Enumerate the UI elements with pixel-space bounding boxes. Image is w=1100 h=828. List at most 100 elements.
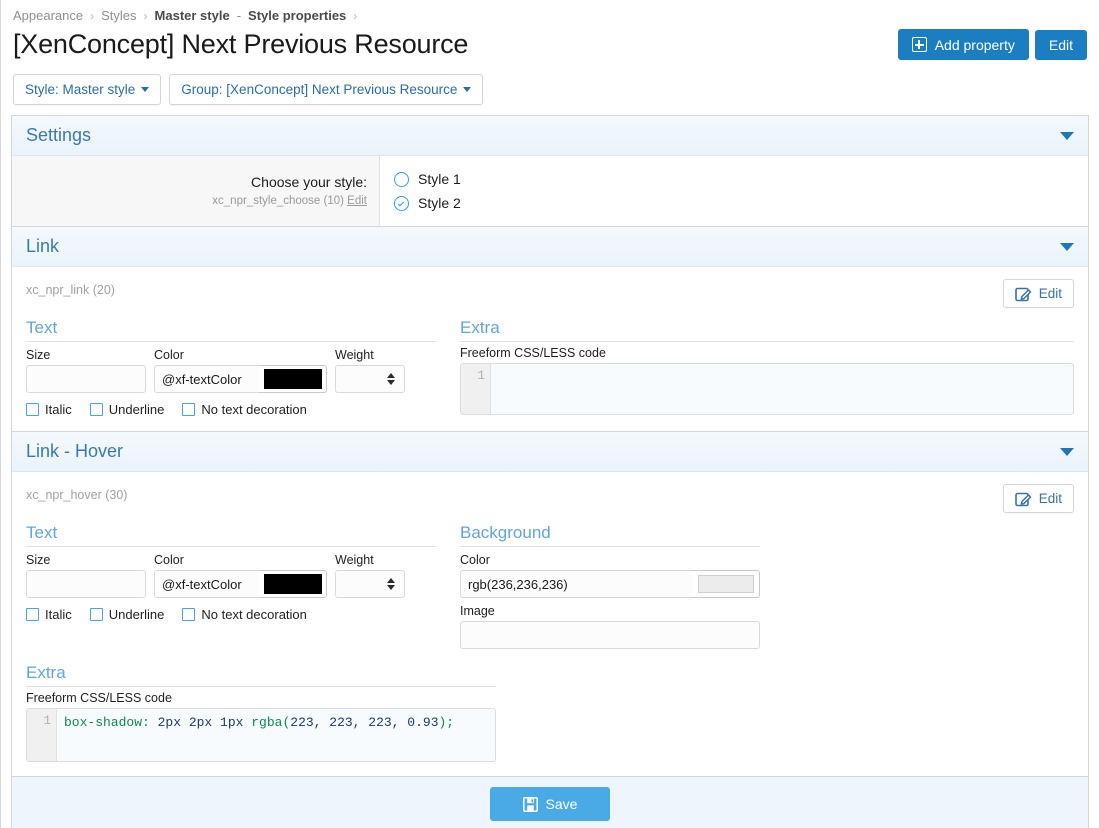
breadcrumb-item-appearance[interactable]: Appearance — [13, 8, 83, 23]
link-hover-no-text-decoration-checkbox[interactable]: No text decoration — [182, 607, 307, 622]
link-italic-checkbox[interactable]: Italic — [26, 402, 72, 417]
choose-style-key: xc_npr_style_choose (10) — [212, 195, 344, 207]
link-weight-select[interactable] — [335, 365, 405, 393]
link-hover-size-input[interactable] — [26, 570, 146, 598]
link-hover-italic-checkbox[interactable]: Italic — [26, 607, 72, 622]
breadcrumb-separator-icon: › — [90, 8, 95, 23]
link-italic-label: Italic — [45, 402, 72, 417]
link-hover-background-group: Background Color Image — [460, 523, 1074, 649]
link-no-text-decoration-label: No text decoration — [201, 402, 307, 417]
choose-style-edit-link[interactable]: Edit — [347, 195, 367, 207]
breadcrumb-separator-icon: › — [143, 8, 148, 23]
link-block: Link xc_npr_link (20) Edit Text Size Col… — [11, 227, 1089, 432]
link-hover-color-input[interactable] — [154, 570, 259, 598]
link-hover-weight-select[interactable] — [335, 570, 405, 598]
floppy-disk-icon — [522, 796, 538, 812]
link-code-gutter: 1 — [461, 364, 491, 414]
radio-check-icon — [394, 195, 409, 211]
link-underline-checkbox[interactable]: Underline — [89, 402, 165, 417]
setting-label-cell: Choose your style: xc_npr_style_choose (… — [12, 156, 380, 226]
link-text-checkboxes: Italic Underline No text decoration — [26, 402, 436, 417]
radio-label-style-2: Style 2 — [418, 195, 461, 211]
link-hover-bg-image-label: Image — [460, 604, 495, 618]
link-hover-code-content[interactable]: box-shadow: 2px 2px 1px rgba(223, 223, 2… — [57, 709, 495, 761]
edit-button[interactable]: Edit — [1034, 29, 1087, 60]
chevron-down-icon[interactable] — [1060, 242, 1074, 251]
plus-square-icon — [911, 37, 927, 52]
header-actions: Add property Edit — [897, 29, 1087, 60]
link-hover-text-group: Text Size Color @xf-textColor Weight Ita… — [26, 523, 436, 649]
link-size-field: Size — [26, 348, 146, 393]
settings-block-header[interactable]: Settings — [12, 116, 1088, 156]
link-prop-top: xc_npr_link (20) Edit — [26, 279, 1074, 308]
link-hover-block-header[interactable]: Link - Hover — [12, 432, 1088, 472]
link-hover-bg-color-input[interactable] — [460, 570, 693, 598]
link-hover-color-label: Color — [154, 553, 184, 567]
link-hover-weight-field: Weight — [335, 553, 405, 598]
setting-row-choose-style: Choose your style: xc_npr_style_choose (… — [12, 156, 1088, 226]
add-property-button[interactable]: Add property — [897, 29, 1029, 60]
settings-title: Settings — [26, 125, 92, 145]
chevron-down-icon[interactable] — [1060, 131, 1074, 140]
link-code-editor[interactable]: 1 — [460, 363, 1074, 415]
link-edit-label: Edit — [1038, 286, 1062, 301]
link-underline-label: Underline — [108, 402, 165, 417]
breadcrumb: Appearance › Styles › Master style - Sty… — [11, 0, 1089, 27]
link-no-text-decoration-checkbox[interactable]: No text decoration — [182, 402, 307, 417]
chevron-down-icon[interactable] — [1060, 447, 1074, 456]
link-code-content[interactable] — [491, 364, 1073, 414]
checkbox-icon — [182, 403, 196, 416]
save-bar: Save — [11, 777, 1089, 828]
save-button[interactable]: Save — [490, 787, 610, 821]
link-hover-color-swatch[interactable] — [259, 570, 327, 598]
pencil-square-icon — [1014, 285, 1032, 302]
chevron-down-icon — [141, 87, 150, 92]
radio-circle-icon — [394, 171, 409, 187]
link-color-swatch[interactable] — [259, 365, 327, 393]
link-hover-block: Link - Hover xc_npr_hover (30) Edit Text… — [11, 432, 1089, 777]
link-hover-bg-color-swatch[interactable] — [693, 570, 760, 598]
link-block-body: xc_npr_link (20) Edit Text Size Color @x… — [12, 267, 1088, 431]
link-hover-block-body: xc_npr_hover (30) Edit Text Size Color @… — [12, 472, 1088, 776]
breadcrumb-item-master-style[interactable]: Master style — [155, 8, 230, 23]
link-hover-italic-label: Italic — [45, 607, 72, 622]
link-hover-text-fields: Size Color Weight — [26, 553, 436, 598]
style-filter-dropdown[interactable]: Style: Master style — [13, 74, 162, 105]
link-color-label: Color — [154, 348, 184, 362]
group-filter-dropdown[interactable]: Group: [XenConcept] Next Previous Resour… — [169, 74, 484, 105]
link-hover-edit-button[interactable]: Edit — [1002, 484, 1074, 513]
link-block-header[interactable]: Link — [12, 227, 1088, 267]
link-extra-group: Extra Freeform CSS/LESS code 1 — [460, 318, 1074, 417]
link-hover-bg-color-row — [460, 570, 1074, 598]
link-hover-extra-group-title: Extra — [26, 663, 496, 687]
breadcrumb-item-styles[interactable]: Styles — [101, 8, 136, 23]
checkbox-icon — [26, 403, 39, 416]
code-token-property: box-shadow — [64, 715, 143, 730]
link-size-label: Size — [26, 348, 51, 362]
link-hover-underline-checkbox[interactable]: Underline — [89, 607, 165, 622]
link-hover-underline-label: Underline — [108, 607, 165, 622]
code-token-function-args: 223, 223, 223, 0.93 — [290, 715, 439, 730]
link-edit-button[interactable]: Edit — [1002, 279, 1074, 308]
link-hover-code-editor[interactable]: 1 box-shadow: 2px 2px 1px rgba(223, 223,… — [26, 708, 496, 762]
link-hover-bg-image-input[interactable] — [460, 621, 760, 649]
link-color-input[interactable] — [154, 365, 259, 393]
link-hover-bg-color-label: Color — [460, 553, 490, 567]
checkbox-icon — [89, 403, 103, 416]
link-hover-size-label: Size — [26, 553, 51, 567]
link-hover-prop-key: xc_npr_hover (30) — [26, 488, 128, 502]
checkbox-icon — [26, 608, 39, 621]
radio-option-style-1[interactable]: Style 1 — [394, 171, 1088, 187]
link-text-fields: Size Color Weight — [26, 348, 436, 393]
link-size-input[interactable] — [26, 365, 146, 393]
link-hover-text-checkboxes: Italic Underline No text decoration — [26, 607, 436, 622]
breadcrumb-item-style-properties[interactable]: Style properties — [248, 8, 346, 23]
link-hover-bg-color-field: Color — [460, 553, 1074, 598]
code-token-function-close: ); — [438, 715, 455, 730]
choose-style-label: Choose your style: — [251, 174, 367, 190]
code-token-function-open: rgba( — [251, 715, 291, 730]
settings-block: Settings Choose your style: xc_npr_style… — [11, 115, 1089, 227]
choose-style-hint: xc_npr_style_choose (10) Edit — [22, 195, 367, 207]
code-token-values: 2px 2px 1px — [149, 715, 252, 730]
radio-option-style-2[interactable]: Style 2 — [394, 195, 1088, 211]
